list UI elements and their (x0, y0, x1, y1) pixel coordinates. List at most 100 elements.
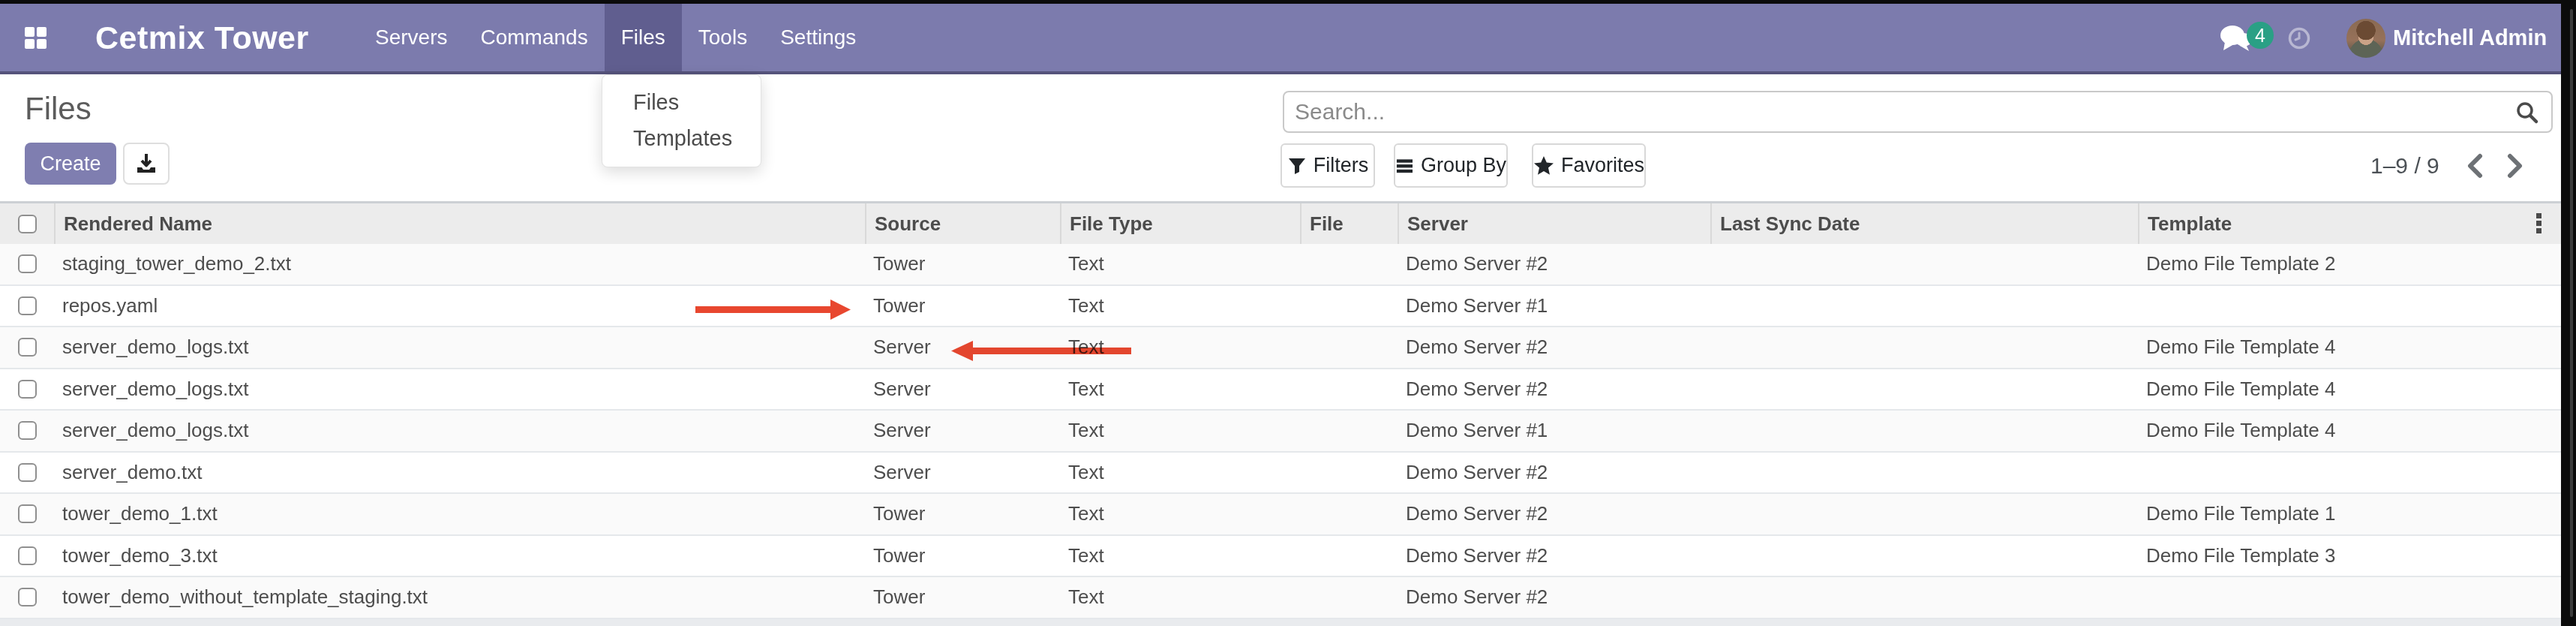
app-window: Cetmix Tower ServersCommandsFilesToolsSe… (0, 4, 2561, 626)
select-all-cell (0, 203, 54, 244)
row-checkbox[interactable] (18, 546, 37, 565)
main-menu: ServersCommandsFilesToolsSettings (359, 4, 872, 71)
cell-source: Tower (865, 494, 1060, 534)
row-checkbox-cell (0, 369, 54, 410)
row-checkbox[interactable] (18, 254, 37, 273)
cell-server: Demo Server #2 (1398, 453, 1710, 493)
table-row[interactable]: tower_demo_1.txtTowerTextDemo Server #2D… (0, 494, 2561, 536)
message-count-badge[interactable]: 4 (2247, 22, 2274, 49)
user-avatar[interactable] (2346, 19, 2385, 58)
window-right-edge (2561, 0, 2576, 626)
page-title: Files (25, 91, 92, 127)
table-row[interactable]: server_demo_logs.txtServerTextDemo Serve… (0, 327, 2561, 369)
cell-source: Server (865, 369, 1060, 410)
pager-next-icon[interactable] (2505, 153, 2525, 179)
search-icon[interactable] (2515, 101, 2539, 125)
table-footer-strip (0, 619, 2561, 626)
cell-last-sync (1710, 411, 2138, 451)
table-row[interactable]: server_demo.txtServerText Demo Server #2 (0, 453, 2561, 495)
cell-file-type: Text (1060, 453, 1300, 493)
optional-columns-toggle[interactable] (2523, 210, 2553, 236)
table-row[interactable]: server_demo_logs.txtServerTextDemo Serve… (0, 411, 2561, 453)
filters-button[interactable]: Filters (1280, 143, 1375, 188)
apps-grid-icon[interactable] (25, 27, 47, 49)
group-by-button[interactable]: Group By (1394, 143, 1508, 188)
row-checkbox[interactable] (18, 588, 37, 606)
nav-item-settings[interactable]: Settings (764, 4, 872, 71)
column-header-source[interactable]: Source (865, 203, 1060, 244)
column-header-file[interactable]: File (1300, 203, 1398, 244)
table-row[interactable]: tower_demo_without_template_staging.txtT… (0, 577, 2561, 619)
select-all-checkbox[interactable] (18, 215, 37, 233)
cell-server: Demo Server #2 (1398, 536, 1710, 576)
navbar-divider (0, 71, 2561, 74)
table-row[interactable]: staging_tower_demo_2.txtTowerTextDemo Se… (0, 244, 2561, 286)
cell-file (1300, 453, 1398, 493)
cell-source: Tower (865, 536, 1060, 576)
cell-template: Demo File Template 2 (2138, 244, 2513, 284)
create-button[interactable]: Create (25, 143, 116, 185)
table-row[interactable]: repos.yamlTowerTextDemo Server #1 (0, 286, 2561, 328)
cell-server: Demo Server #1 (1398, 286, 1710, 327)
nav-item-servers[interactable]: Servers (359, 4, 464, 71)
cell-template: Demo File Template 4 (2138, 327, 2513, 368)
cell-source: Server (865, 453, 1060, 493)
pager-previous-icon[interactable] (2465, 153, 2484, 179)
cell-server: Demo Server #2 (1398, 244, 1710, 284)
row-checkbox-cell (0, 536, 54, 576)
row-checkbox-cell (0, 286, 54, 327)
row-checkbox[interactable] (18, 380, 37, 399)
cell-file (1300, 536, 1398, 576)
export-button[interactable] (123, 143, 170, 185)
nav-item-tools[interactable]: Tools (682, 4, 764, 71)
column-header-server[interactable]: Server (1398, 203, 1710, 244)
table-row[interactable]: tower_demo_3.txtTowerText Demo Server #2 D… (0, 536, 2561, 578)
row-checkbox[interactable] (18, 463, 37, 482)
user-name[interactable]: Mitchell Admin (2393, 4, 2547, 71)
cell-template: Demo File Template 4 (2138, 411, 2513, 451)
cell-template (2138, 453, 2513, 493)
row-checkbox[interactable] (18, 421, 37, 440)
cell-file-type: Text (1060, 577, 1300, 618)
row-checkbox-cell (0, 411, 54, 451)
row-checkbox[interactable] (18, 338, 37, 357)
row-checkbox-cell (0, 453, 54, 493)
cell-template: Demo File Template 3 (2138, 536, 2513, 576)
nav-item-files[interactable]: Files (605, 4, 682, 71)
cell-file-type: Text (1060, 536, 1300, 576)
scrollbar-thumb[interactable] (2570, 9, 2573, 617)
cell-last-sync (1710, 536, 2138, 576)
cell-source: Server (865, 327, 1060, 368)
cell-last-sync (1710, 244, 2138, 284)
cell-name: staging_tower_demo_2.txt (54, 244, 865, 284)
brand-title[interactable]: Cetmix Tower (95, 4, 309, 71)
cell-server: Demo Server #2 (1398, 577, 1710, 618)
cell-name: tower_demo_3.txt (54, 536, 865, 576)
search-input[interactable] (1295, 92, 2495, 131)
row-checkbox[interactable] (18, 504, 37, 523)
column-header-last-sync-date[interactable]: Last Sync Date (1710, 203, 2138, 244)
cell-file (1300, 327, 1398, 368)
cell-name: tower_demo_1.txt (54, 494, 865, 534)
nav-item-commands[interactable]: Commands (464, 4, 604, 71)
row-checkbox-cell (0, 494, 54, 534)
favorites-button[interactable]: Favorites (1532, 143, 1646, 188)
table-row[interactable]: server_demo_logs.txtServerTextDemo Serve… (0, 369, 2561, 411)
column-header-template[interactable]: Template (2138, 203, 2513, 244)
group-by-icon (1395, 156, 1414, 176)
column-header-rendered-name[interactable]: Rendered Name (54, 203, 865, 244)
cell-last-sync (1710, 577, 2138, 618)
cell-template (2138, 577, 2513, 618)
cell-name: server_demo.txt (54, 453, 865, 493)
row-checkbox[interactable] (18, 296, 37, 315)
top-navbar: Cetmix Tower ServersCommandsFilesToolsSe… (0, 4, 2561, 71)
activity-clock-icon[interactable] (2288, 27, 2310, 50)
search-bar (1283, 91, 2553, 133)
column-header-file-type[interactable]: File Type (1060, 203, 1300, 244)
dropdown-item-files[interactable]: Files (602, 84, 761, 120)
cell-file-type: Text (1060, 411, 1300, 451)
cell-server: Demo Server #1 (1398, 411, 1710, 451)
cell-file (1300, 286, 1398, 327)
cell-source: Tower (865, 244, 1060, 284)
dropdown-item-templates[interactable]: Templates (602, 120, 761, 156)
